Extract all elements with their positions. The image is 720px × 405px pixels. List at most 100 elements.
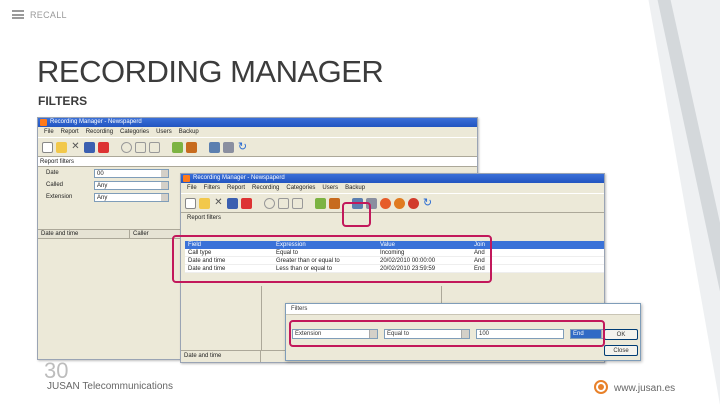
panel-title: Report filters	[38, 157, 477, 167]
menu-item-filters[interactable]: Filters	[204, 183, 220, 193]
field-label: Extension	[46, 194, 73, 200]
jusan-logo-icon	[594, 380, 608, 394]
menu-item-backup[interactable]: Backup	[345, 183, 365, 193]
menu-bar: File Filters Report Recording Categories…	[181, 183, 604, 193]
dialog-title: Filters	[286, 304, 640, 315]
column-expression[interactable]: Expression	[273, 241, 377, 249]
refresh-icon[interactable]: ↻	[422, 197, 433, 209]
filter-icon[interactable]	[172, 141, 183, 153]
slide-subtitle: FILTERS	[38, 94, 88, 108]
operator-select[interactable]: Equal to	[384, 329, 470, 339]
chevron-down-icon[interactable]	[369, 330, 377, 338]
table-row[interactable]: Date and time Greater than or equal to 2…	[185, 257, 604, 265]
new-icon[interactable]	[42, 141, 53, 153]
menu-item-users[interactable]: Users	[322, 183, 338, 193]
column-date-time[interactable]: Date and time	[181, 351, 261, 362]
comment-icon[interactable]	[121, 141, 132, 153]
user-filter-icon[interactable]	[135, 141, 146, 153]
panel-title: Report filters	[181, 213, 604, 223]
comment-icon[interactable]	[264, 197, 275, 209]
filter-grid-header: Field Expression Value Join	[185, 241, 604, 249]
column-value[interactable]: Value	[377, 241, 471, 249]
menu-item-recording[interactable]: Recording	[86, 127, 113, 137]
company-name: JUSAN Telecommunications	[47, 381, 173, 392]
tag-icon[interactable]	[149, 141, 160, 153]
cell-value: Incoming	[380, 250, 405, 256]
delete-icon[interactable]: ✕	[213, 197, 224, 209]
menu-item-categories[interactable]: Categories	[286, 183, 315, 193]
app-icon	[183, 175, 190, 182]
cell-join: End	[474, 266, 485, 272]
cell-value: 20/02/2010 23:59:59	[380, 266, 436, 272]
menu-item-users[interactable]: Users	[156, 127, 172, 137]
select-value: Any	[97, 182, 108, 189]
export-icon[interactable]	[352, 197, 363, 209]
new-icon[interactable]	[185, 197, 196, 209]
slide-title: RECORDING MANAGER	[37, 54, 384, 89]
select-value: Equal to	[387, 331, 410, 337]
field-label: Date	[46, 170, 59, 176]
save-icon[interactable]	[227, 197, 238, 209]
database-icon[interactable]	[223, 141, 234, 153]
menu-item-backup[interactable]: Backup	[179, 127, 199, 137]
record-red-icon[interactable]	[380, 197, 391, 209]
chevron-down-icon[interactable]	[161, 169, 168, 177]
chevron-down-icon[interactable]	[461, 330, 469, 338]
cell-value: 20/02/2010 00:00:00	[380, 258, 436, 264]
stop-icon[interactable]	[408, 197, 419, 209]
refresh-icon[interactable]: ↻	[237, 141, 248, 153]
user-icon[interactable]	[186, 141, 197, 153]
column-join[interactable]: Join	[471, 241, 531, 249]
menu-item-file[interactable]: File	[44, 127, 54, 137]
save-icon[interactable]	[84, 141, 95, 153]
cell-join: And	[474, 258, 485, 264]
pin-icon[interactable]	[241, 197, 252, 209]
select-value: 00	[97, 170, 104, 177]
table-row[interactable]: Call type Equal to Incoming And	[185, 249, 604, 257]
tag-icon[interactable]	[292, 197, 303, 209]
open-folder-icon[interactable]	[199, 197, 210, 209]
table-row[interactable]: Date and time Less than or equal to 20/0…	[185, 265, 604, 273]
cell-expression: Equal to	[276, 250, 299, 256]
field-select[interactable]: Extension	[292, 329, 378, 339]
brand-label: RECALL	[30, 10, 67, 20]
menu-item-categories[interactable]: Categories	[120, 127, 149, 137]
filter-grid: Field Expression Value Join Call type Eq…	[185, 241, 604, 273]
menu-item-report[interactable]: Report	[227, 183, 245, 193]
column-date-time[interactable]: Date and time	[38, 230, 130, 238]
user-icon[interactable]	[329, 197, 340, 209]
website-link[interactable]: www.jusan.es	[614, 383, 675, 394]
menu-item-recording[interactable]: Recording	[252, 183, 279, 193]
menu-item-file[interactable]: File	[187, 183, 197, 193]
toolbar: ✕ ↻	[38, 137, 477, 157]
open-folder-icon[interactable]	[56, 141, 67, 153]
pin-icon[interactable]	[98, 141, 109, 153]
column-field[interactable]: Field	[185, 241, 273, 249]
menu-item-report[interactable]: Report	[61, 127, 79, 137]
delete-icon[interactable]: ✕	[70, 141, 81, 153]
hamburger-menu-icon[interactable]	[12, 10, 24, 19]
ok-button[interactable]: OK	[604, 329, 638, 340]
cell-field: Date and time	[188, 266, 226, 272]
close-button[interactable]: Close	[604, 345, 638, 356]
called-select[interactable]: Any	[94, 180, 169, 190]
value-input[interactable]: 100	[476, 329, 564, 339]
window-titlebar: Recording Manager - Newspaperd	[181, 174, 604, 183]
date-select[interactable]: 00	[94, 168, 169, 178]
filter-editor-row: Extension Equal to 100 End	[292, 329, 610, 339]
cell-expression: Less than or equal to	[276, 266, 333, 272]
chevron-down-icon[interactable]	[161, 181, 168, 189]
export-icon[interactable]	[209, 141, 220, 153]
cell-join: And	[474, 250, 485, 256]
extension-select[interactable]: Any	[94, 192, 169, 202]
window-title: Recording Manager - Newspaperd	[50, 119, 142, 125]
select-value: Extension	[295, 331, 322, 337]
database-icon[interactable]	[366, 197, 377, 209]
window-titlebar: Recording Manager - Newspaperd	[38, 118, 477, 127]
filter-icon[interactable]	[315, 197, 326, 209]
menu-bar: File Report Recording Categories Users B…	[38, 127, 477, 137]
chevron-down-icon[interactable]	[161, 193, 168, 201]
user-filter-icon[interactable]	[278, 197, 289, 209]
cell-expression: Greater than or equal to	[276, 258, 340, 264]
record-orange-icon[interactable]	[394, 197, 405, 209]
